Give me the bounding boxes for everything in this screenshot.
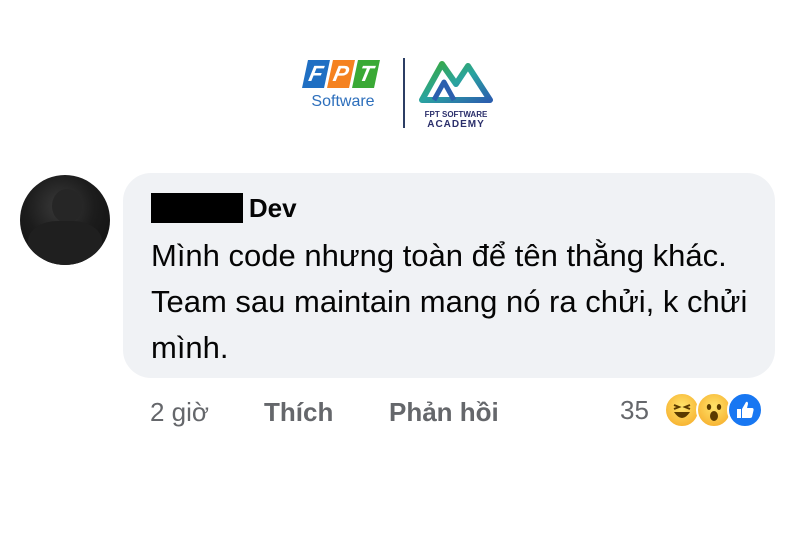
brand-logos: F P T Software FPT SOFTWARE ACADEMY bbox=[0, 50, 800, 140]
comment-bubble: Dương Dev Mình code nhưng toàn để tên thằ… bbox=[123, 173, 775, 378]
reaction-summary[interactable]: 35 bbox=[620, 390, 780, 430]
author-name-redacted: Dương bbox=[151, 193, 243, 223]
comment-timestamp[interactable]: 2 giờ bbox=[150, 395, 209, 429]
like-link[interactable]: Thích bbox=[264, 395, 333, 429]
academy-label-1: FPT SOFTWARE bbox=[424, 110, 488, 119]
academy-label-2: ACADEMY bbox=[427, 119, 485, 130]
reaction-count: 35 bbox=[620, 395, 649, 425]
like-icon bbox=[727, 392, 763, 428]
comment-author[interactable]: Dương Dev bbox=[151, 193, 297, 223]
logo-divider bbox=[403, 58, 405, 128]
commenter-avatar[interactable] bbox=[20, 175, 110, 265]
fpt-software-label: Software bbox=[311, 93, 375, 110]
fpt-letter-f: F bbox=[302, 60, 330, 88]
avatar-head bbox=[52, 189, 82, 223]
fpt-letter-p: P bbox=[327, 60, 355, 88]
fpt-software-logo: F P T Software bbox=[302, 60, 385, 111]
fpt-letter-t: T bbox=[352, 60, 380, 88]
academy-mountain-icon bbox=[419, 61, 493, 103]
reply-link[interactable]: Phản hồi bbox=[389, 395, 499, 429]
author-name-visible: Dev bbox=[248, 193, 297, 223]
avatar-body bbox=[28, 221, 102, 265]
fpt-academy-logo: FPT SOFTWARE ACADEMY bbox=[418, 54, 498, 130]
comment-text: Mình code nhưng toàn để tên thằng khác. … bbox=[151, 238, 748, 365]
haha-icon bbox=[664, 392, 700, 428]
